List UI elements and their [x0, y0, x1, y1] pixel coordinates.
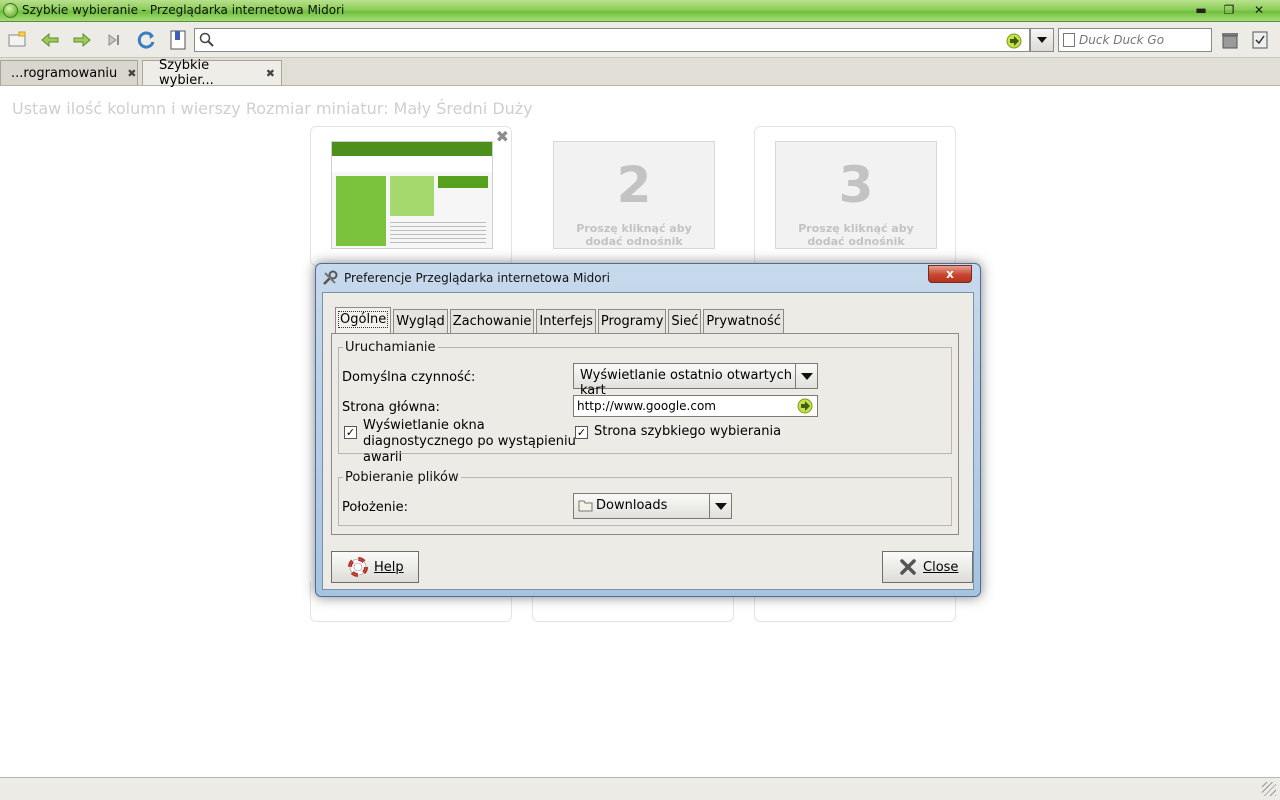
homepage-label: Strona główna:	[342, 400, 440, 415]
navigation-toolbar	[0, 22, 1280, 58]
homepage-field[interactable]	[573, 395, 818, 417]
speed-dial-checkbox[interactable]: ✓	[575, 426, 588, 439]
midori-app-icon	[3, 3, 18, 18]
tab-general[interactable]: Ogólne	[335, 307, 392, 333]
search-engine-icon	[1063, 33, 1075, 47]
close-label: Close	[923, 559, 959, 575]
dialog-titlebar[interactable]: Preferencje Przeglądarka internetowa Mid…	[322, 270, 610, 286]
tab-interface[interactable]: Interfejs	[536, 309, 596, 333]
close-x-icon	[900, 559, 916, 575]
dialog-title: Preferencje Przeglądarka internetowa Mid…	[344, 271, 610, 285]
download-location-select[interactable]: Downloads	[573, 493, 732, 519]
search-input[interactable]	[1079, 31, 1207, 49]
tab-applications[interactable]: Programy	[597, 309, 667, 333]
maximize-icon[interactable]: ❐	[1216, 1, 1242, 19]
window-title: Szybkie wybieranie - Przeglądarka intern…	[22, 3, 345, 17]
menu-icon[interactable]	[1248, 29, 1272, 51]
help-label: Help	[374, 559, 404, 575]
crash-dialog-checkbox[interactable]: ✓	[344, 426, 357, 439]
dialog-body: Ogólne Wygląd Zachowanie Interfejs Progr…	[322, 292, 974, 590]
downloads-legend: Pobieranie plików	[345, 470, 459, 485]
forward-arrow-icon[interactable]	[70, 29, 94, 51]
web-search-box[interactable]	[1058, 28, 1212, 52]
remove-dial-icon[interactable]: ✖	[496, 127, 509, 146]
go-arrow-icon[interactable]	[1005, 33, 1023, 52]
tab-privacy[interactable]: Prywatność	[703, 309, 784, 333]
speed-dial-item-2[interactable]: 2 Proszę kliknąć aby dodać odnośnik	[532, 126, 734, 266]
status-bar	[0, 777, 1280, 800]
resize-grip-icon[interactable]	[1262, 782, 1276, 796]
speed-dial-item-3[interactable]: 3 Proszę kliknąć aby dodać odnośnik	[754, 126, 956, 266]
url-bar[interactable]	[194, 28, 1030, 52]
chevron-down-icon	[795, 364, 817, 388]
default-action-select[interactable]: Wyświetlanie ostatnio otwartych kart	[573, 363, 818, 398]
dial-number: 2	[616, 156, 652, 214]
speed-dial-label: Strona szybkiego wybierania	[594, 424, 782, 439]
chevron-down-icon	[1037, 37, 1047, 43]
tools-icon	[323, 270, 338, 285]
general-tab-panel: Uruchamianie Domyślna czynność: Wyświetl…	[331, 333, 959, 535]
dial-hint: Proszę kliknąć aby dodać odnośnik	[798, 222, 914, 248]
window-titlebar[interactable]: Szybkie wybieranie - Przeglądarka intern…	[0, 0, 1280, 22]
preferences-dialog: Preferencje Przeglądarka internetowa Mid…	[315, 263, 981, 597]
speed-dial-item-1[interactable]: ✖	[310, 126, 512, 266]
tab-label: Szybkie wybier...	[159, 58, 214, 88]
preferences-tabs: Ogólne Wygląd Zachowanie Interfejs Progr…	[335, 307, 786, 333]
trash-icon[interactable]	[1218, 29, 1242, 51]
tab-programming[interactable]: ...rogramowaniu ✖	[0, 60, 138, 85]
location-label: Położenie:	[342, 500, 409, 515]
new-tab-icon[interactable]	[6, 29, 30, 51]
next-page-icon[interactable]	[102, 29, 126, 51]
minimize-icon[interactable]: ▬	[1188, 1, 1214, 19]
default-action-label: Domyślna czynność:	[342, 370, 476, 385]
tab-behavior[interactable]: Zachowanie	[449, 309, 535, 333]
magnifier-icon	[199, 32, 215, 51]
bookmarks-icon[interactable]	[166, 29, 190, 51]
folder-icon	[578, 500, 593, 512]
back-arrow-icon[interactable]	[38, 29, 62, 51]
dialog-close-button[interactable]: x	[928, 265, 972, 283]
site-thumbnail	[331, 141, 493, 249]
go-arrow-icon[interactable]	[796, 398, 814, 417]
tab-label: ...rogramowaniu	[11, 65, 118, 81]
homepage-input[interactable]	[577, 398, 787, 414]
empty-dial-thumbnail: 3 Proszę kliknąć aby dodać odnośnik	[775, 141, 937, 249]
speed-dial-settings-line[interactable]: Ustaw ilość kolumn i wierszy Rozmiar min…	[12, 99, 533, 118]
crash-dialog-label: Wyświetlanie okna diagnostycznego po wys…	[363, 418, 576, 465]
tab-close-icon[interactable]: ✖	[266, 67, 275, 80]
url-history-dropdown[interactable]	[1030, 28, 1054, 52]
window-controls: ▬ ❐ ✕	[1188, 1, 1274, 19]
url-input[interactable]	[219, 32, 999, 48]
tab-network[interactable]: Sieć	[668, 309, 702, 333]
tab-appearance[interactable]: Wygląd	[393, 309, 448, 333]
help-button[interactable]: Help	[331, 551, 419, 583]
close-icon[interactable]: ✕	[1244, 1, 1274, 19]
lifebuoy-icon	[348, 557, 368, 577]
tab-speed-dial[interactable]: Szybkie wybier... ✖	[142, 58, 282, 88]
startup-legend: Uruchamianie	[345, 340, 436, 355]
empty-dial-thumbnail: 2 Proszę kliknąć aby dodać odnośnik	[553, 141, 715, 249]
download-location-value: Downloads	[596, 498, 668, 513]
chevron-down-icon	[709, 494, 731, 518]
reload-icon[interactable]	[134, 29, 158, 51]
dial-hint: Proszę kliknąć aby dodać odnośnik	[576, 222, 692, 248]
dial-number: 3	[838, 156, 874, 214]
tab-close-icon[interactable]: ✖	[127, 67, 136, 80]
tab-strip: ...rogramowaniu ✖ Szybkie wybier... ✖	[0, 58, 1280, 88]
close-button[interactable]: Close	[882, 551, 974, 583]
